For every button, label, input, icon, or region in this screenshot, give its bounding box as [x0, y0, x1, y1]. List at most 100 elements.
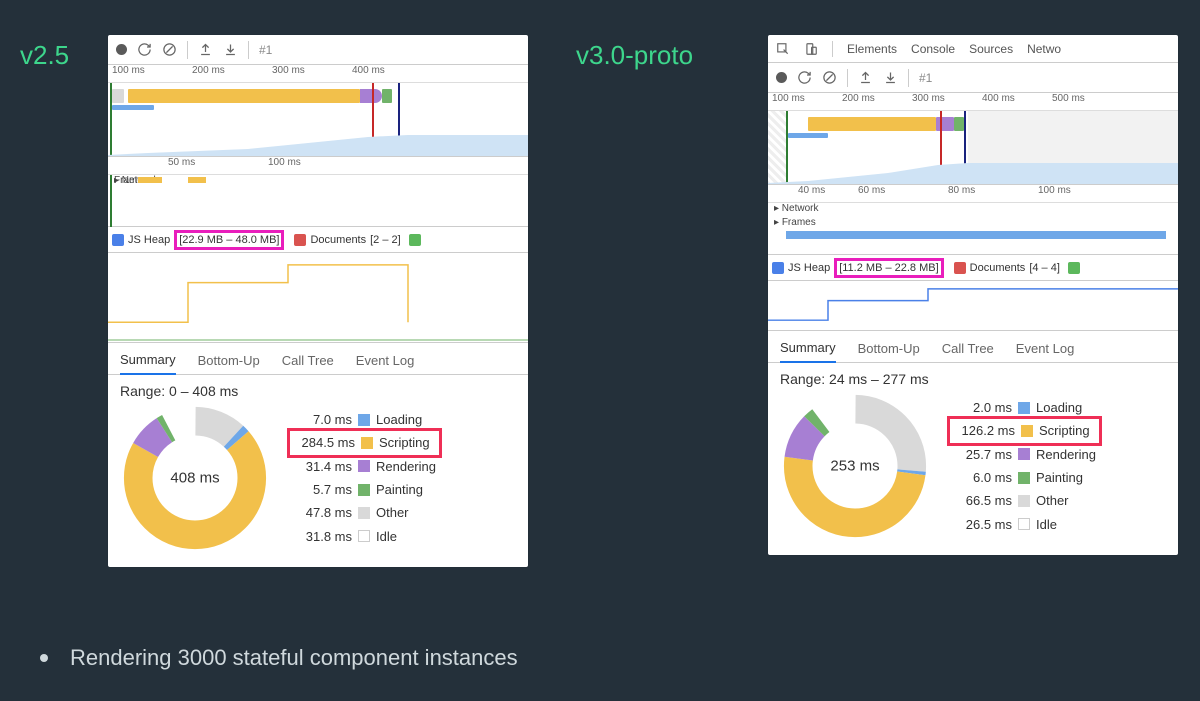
- flame-bar: [112, 89, 124, 103]
- devtools-panel-right: Elements Console Sources Netwo #1 100 ms…: [768, 35, 1178, 555]
- summary-tabs: Summary Bottom-Up Call Tree Event Log: [108, 343, 528, 375]
- checkbox-icon[interactable]: [954, 262, 966, 274]
- checkbox-icon[interactable]: [294, 234, 306, 246]
- jsheap-highlight: [22.9 MB – 48.0 MB]: [174, 230, 284, 250]
- marker-line: [110, 175, 112, 227]
- checkbox-icon[interactable]: [1068, 262, 1080, 274]
- tab-sources[interactable]: Sources: [969, 42, 1013, 56]
- checkbox-icon[interactable]: [772, 262, 784, 274]
- bar: [786, 231, 1166, 239]
- other-swatch: [1018, 495, 1030, 507]
- flamechart-mini[interactable]: 50 ms 100 ms ▸ Network Frames: [108, 157, 528, 227]
- memory-area: [768, 155, 1178, 185]
- devtools-tabs: Elements Console Sources Netwo: [768, 35, 1178, 63]
- checkbox-icon[interactable]: [112, 234, 124, 246]
- clear-icon[interactable]: [162, 42, 177, 57]
- devtools-panel-left: #1 100 ms 200 ms 300 ms 400 ms 50 ms 100…: [108, 35, 528, 567]
- jsheap-highlight: [11.2 MB – 22.8 MB]: [834, 258, 943, 278]
- donut-total: 253 ms: [830, 458, 879, 475]
- docs-value: [4 – 4]: [1029, 262, 1060, 274]
- separator: [187, 41, 188, 59]
- tab-summary[interactable]: Summary: [780, 340, 836, 363]
- time-ruler: 100 ms 200 ms 300 ms 400 ms 500 ms: [768, 93, 1178, 111]
- inspect-icon[interactable]: [776, 42, 790, 56]
- version-label-right: v3.0-proto: [576, 40, 693, 71]
- tab-network[interactable]: Netwo: [1027, 42, 1061, 56]
- flame-bar: [788, 133, 828, 138]
- tab-call-tree[interactable]: Call Tree: [942, 341, 994, 362]
- flame-bar: [128, 89, 360, 103]
- reload-icon[interactable]: [797, 70, 812, 85]
- tab-call-tree[interactable]: Call Tree: [282, 353, 334, 374]
- clear-icon[interactable]: [822, 70, 837, 85]
- scripting-highlight: 126.2 msScripting: [947, 416, 1102, 445]
- bar: [188, 177, 206, 183]
- memory-chart[interactable]: [768, 281, 1178, 331]
- record-icon[interactable]: [116, 44, 127, 55]
- recording-label: #1: [919, 71, 932, 85]
- time-range: Range: 24 ms – 277 ms: [768, 363, 1178, 391]
- flamechart-mini[interactable]: 40 ms 60 ms 80 ms 100 ms ▸ Network ▸ Fra…: [768, 185, 1178, 255]
- summary-legend: 2.0 msLoading 126.2 msScripting 25.7 msR…: [950, 396, 1096, 536]
- network-row-label: ▸ Network: [774, 203, 818, 214]
- summary-donut: 408 ms: [120, 403, 270, 553]
- flame-bar: [112, 105, 154, 110]
- flame-bar: [936, 117, 954, 131]
- upload-icon[interactable]: [198, 42, 213, 57]
- download-icon[interactable]: [883, 70, 898, 85]
- docs-value: [2 – 2]: [370, 234, 401, 246]
- donut-total: 408 ms: [170, 470, 219, 487]
- timeline-overview[interactable]: 100 ms 200 ms 300 ms 400 ms: [108, 65, 528, 157]
- flame-bar: [360, 89, 382, 103]
- docs-label: Documents: [310, 234, 366, 246]
- summary-legend: 7.0 msLoading 284.5 msScripting 31.4 msR…: [290, 408, 436, 548]
- scripting-swatch: [1021, 425, 1033, 437]
- separator: [248, 41, 249, 59]
- version-label-left: v2.5: [20, 40, 69, 71]
- recording-label: #1: [259, 43, 272, 57]
- idle-swatch: [1018, 518, 1030, 530]
- memory-chart[interactable]: [108, 253, 528, 343]
- jsheap-label: JS Heap: [128, 234, 170, 246]
- rendering-swatch: [358, 460, 370, 472]
- other-swatch: [358, 507, 370, 519]
- bar: [138, 177, 162, 183]
- frames-row-label: ▸ Frames: [774, 217, 816, 228]
- separator: [847, 69, 848, 87]
- loading-swatch: [358, 414, 370, 426]
- flame-bar: [808, 117, 936, 131]
- checkbox-icon[interactable]: [409, 234, 421, 246]
- timeline-overview[interactable]: 100 ms 200 ms 300 ms 400 ms 500 ms: [768, 93, 1178, 185]
- loading-swatch: [1018, 402, 1030, 414]
- record-icon[interactable]: [776, 72, 787, 83]
- bullet-icon: [40, 654, 48, 662]
- scripting-highlight: 284.5 msScripting: [287, 428, 442, 457]
- scripting-swatch: [361, 437, 373, 449]
- memory-counters: JS Heap [22.9 MB – 48.0 MB] Documents [2 …: [108, 227, 528, 253]
- idle-swatch: [358, 530, 370, 542]
- tab-summary[interactable]: Summary: [120, 352, 176, 375]
- summary-donut: 253 ms: [780, 391, 930, 541]
- memory-area: [108, 127, 528, 157]
- tab-event-log[interactable]: Event Log: [1016, 341, 1075, 362]
- painting-swatch: [358, 484, 370, 496]
- slide-caption: Rendering 3000 stateful component instan…: [40, 645, 518, 671]
- download-icon[interactable]: [223, 42, 238, 57]
- memory-counters: JS Heap [11.2 MB – 22.8 MB] Documents[4 …: [768, 255, 1178, 281]
- jsheap-label: JS Heap: [788, 262, 830, 274]
- rendering-swatch: [1018, 448, 1030, 460]
- perf-toolbar: #1: [768, 63, 1178, 93]
- reload-icon[interactable]: [137, 42, 152, 57]
- tab-event-log[interactable]: Event Log: [356, 353, 415, 374]
- tab-bottom-up[interactable]: Bottom-Up: [198, 353, 260, 374]
- tab-bottom-up[interactable]: Bottom-Up: [858, 341, 920, 362]
- tab-console[interactable]: Console: [911, 42, 955, 56]
- upload-icon[interactable]: [858, 70, 873, 85]
- separator: [908, 69, 909, 87]
- flame-bar: [382, 89, 392, 103]
- tab-elements[interactable]: Elements: [847, 42, 897, 56]
- flame-bar: [954, 117, 964, 131]
- device-icon[interactable]: [804, 42, 818, 56]
- docs-label: Documents: [970, 262, 1026, 274]
- time-range: Range: 0 – 408 ms: [108, 375, 528, 403]
